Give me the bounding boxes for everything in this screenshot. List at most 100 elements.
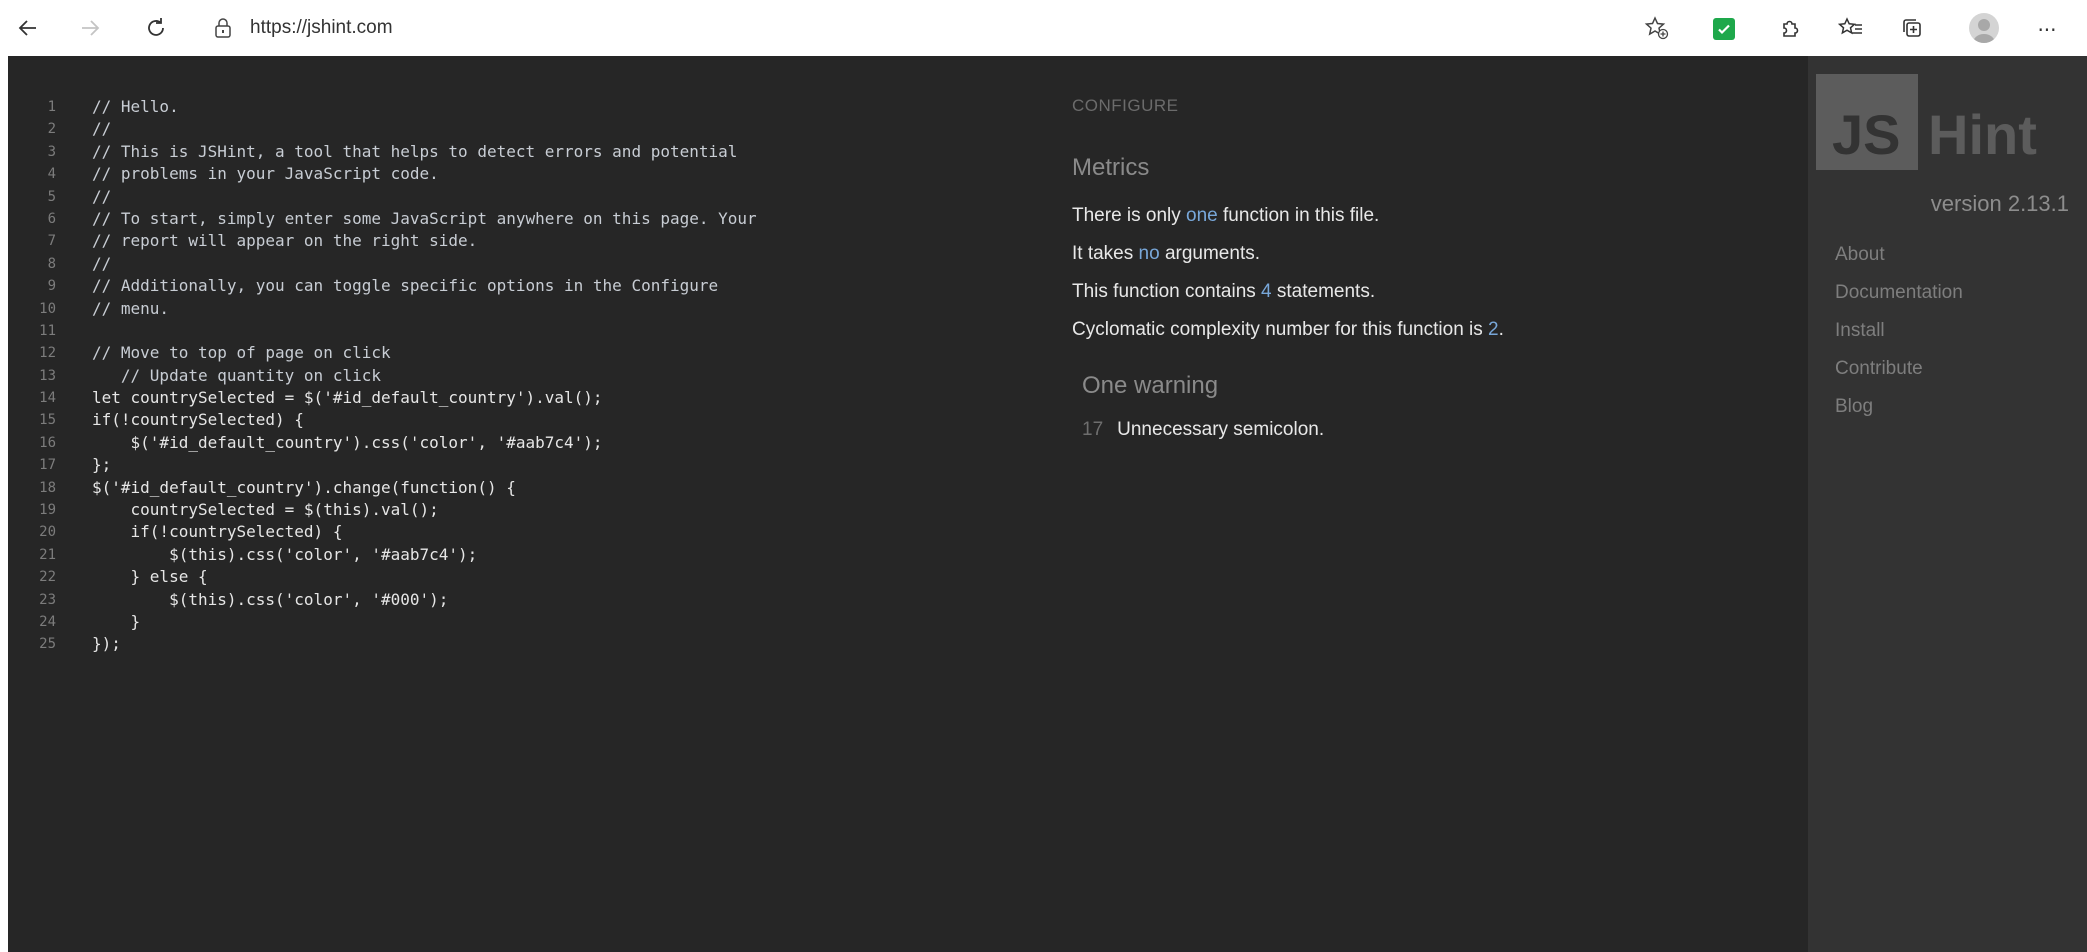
line-number: 2 [47,121,56,138]
sidebar: JS Hint version 2.13.1 About Documentati… [1808,56,2087,952]
code-line[interactable]: 7 // report will appear on the right side… [8,230,1048,252]
metric-functions: There is only one function in this file. [1072,205,1379,227]
url-text[interactable]: https://jshint.com [250,17,393,39]
favorites-icon[interactable] [1837,14,1865,42]
collections-icon[interactable] [1898,14,1926,42]
code-text[interactable]: countrySelected = $(this).val(); [92,499,439,521]
line-number: 22 [39,569,56,586]
code-line[interactable]: 9 // Additionally, you can toggle specifi… [8,275,1048,297]
code-text[interactable]: // problems in your JavaScript code. [92,163,439,185]
back-arrow-icon[interactable] [14,14,42,42]
code-line[interactable]: 1 // Hello. [8,96,1048,118]
jshint-logo[interactable]: JS Hint [1816,74,2086,170]
metric-arguments: It takes no arguments. [1072,243,1260,265]
code-text[interactable]: // Hello. [92,96,179,118]
nav-blog[interactable]: Blog [1835,396,1873,418]
code-text[interactable]: $('#id_default_country').css('color', '#… [92,432,603,454]
code-line[interactable]: 20 if(!countrySelected) { [8,521,1048,543]
code-line[interactable]: 4 // problems in your JavaScript code. [8,163,1048,185]
metrics-heading: Metrics [1072,154,1150,181]
line-number: 23 [39,591,56,608]
nav-contribute[interactable]: Contribute [1835,358,1923,380]
code-line[interactable]: 12 // Move to top of page on click [8,342,1048,364]
code-line[interactable]: 2 // [8,118,1048,140]
line-number: 19 [39,502,56,519]
code-text[interactable]: // [92,118,111,140]
nav-documentation[interactable]: Documentation [1835,282,1963,304]
line-number: 21 [39,546,56,563]
line-number: 15 [39,412,56,429]
code-line[interactable]: 17}; [8,454,1048,476]
code-text[interactable]: // Move to top of page on click [92,342,391,364]
code-text[interactable]: $('#id_default_country').change(function… [92,477,516,499]
line-number: 6 [47,210,56,227]
code-text[interactable]: }); [92,633,121,655]
code-line[interactable]: 15 if(!countrySelected) { [8,409,1048,431]
line-number: 3 [47,143,56,160]
code-line[interactable]: 23 $(this).css('color', '#000'); [8,589,1048,611]
metric-text: arguments. [1159,243,1260,264]
configure-link[interactable]: CONFIGURE [1072,96,1179,116]
code-line[interactable]: 8 // [8,253,1048,275]
logo-hint-text: Hint [1928,103,2037,166]
warnings-heading: One warning [1082,372,1219,399]
checkmark-extension-icon[interactable] [1713,18,1735,40]
code-line[interactable]: 14 let countrySelected = $('#id_default_c… [8,387,1048,409]
code-line[interactable]: 24 } [8,611,1048,633]
code-text[interactable]: // [92,186,111,208]
code-text[interactable]: if(!countrySelected) { [92,521,343,543]
code-text[interactable]: } [92,611,141,633]
code-line[interactable]: 21 $(this).css('color', '#aab7c4'); [8,544,1048,566]
line-number: 24 [39,613,56,630]
metric-text: function in this file. [1217,205,1380,226]
code-text[interactable]: // This is JSHint, a tool that helps to … [92,141,737,163]
logo-js-text: JS [1832,103,1901,166]
code-line[interactable]: 6 // To start, simply enter some JavaScri… [8,208,1048,230]
line-number: 20 [39,524,56,541]
lock-icon[interactable] [214,18,232,38]
code-line[interactable]: 19 countrySelected = $(this).val(); [8,499,1048,521]
code-editor[interactable]: 1 // Hello. 2 // 3 // This is JSHint, a tool … [8,96,1048,656]
extensions-puzzle-icon[interactable] [1776,14,1804,42]
line-number: 16 [39,434,56,451]
add-favorite-icon[interactable] [1643,14,1671,42]
forward-arrow-icon[interactable] [76,14,104,42]
metric-text: There is only [1072,205,1187,226]
code-line[interactable]: 16 $('#id_default_country').css('color',… [8,432,1048,454]
profile-avatar-icon[interactable] [1969,13,1999,43]
code-text[interactable]: // [92,253,111,275]
code-text[interactable]: $(this).css('color', '#000'); [92,589,448,611]
code-line[interactable]: 10 // menu. [8,298,1048,320]
code-line[interactable]: 13 // Update quantity on click [8,365,1048,387]
code-text[interactable]: let countrySelected = $('#id_default_cou… [92,387,603,409]
refresh-icon[interactable] [142,14,170,42]
code-text[interactable]: // Update quantity on click [92,365,381,387]
code-text[interactable]: // To start, simply enter some JavaScrip… [92,208,757,230]
code-line[interactable]: 5 // [8,186,1048,208]
code-line[interactable]: 11 [8,320,1048,342]
code-line[interactable]: 18 $('#id_default_country').change(functi… [8,477,1048,499]
browser-toolbar: https://jshint.com ··· [0,0,2087,56]
metric-value: 2 [1488,319,1499,340]
code-line[interactable]: 25}); [8,633,1048,655]
code-text[interactable]: // Additionally, you can toggle specific… [92,275,718,297]
code-text[interactable]: if(!countrySelected) { [92,409,304,431]
address-bar[interactable]: https://jshint.com [214,12,393,44]
metric-value: one [1186,205,1218,226]
warning-line-number[interactable]: 17 [1082,419,1103,440]
code-text[interactable]: $(this).css('color', '#aab7c4'); [92,544,477,566]
line-number: 17 [39,457,56,474]
code-line[interactable]: 3 // This is JSHint, a tool that helps to… [8,141,1048,163]
code-text[interactable]: } else { [92,566,208,588]
code-text[interactable]: }; [92,454,111,476]
code-line[interactable]: 22 } else { [8,566,1048,588]
nav-about[interactable]: About [1835,244,1885,266]
more-menu-icon[interactable]: ··· [2033,16,2061,44]
warning-item[interactable]: 17 Unnecessary semicolon. [1082,419,1324,441]
code-text[interactable]: // menu. [92,298,169,320]
line-number: 13 [39,367,56,384]
metric-value: no [1138,243,1160,264]
nav-install[interactable]: Install [1835,320,1885,342]
version-label: version 2.13.1 [1930,191,2069,216]
code-text[interactable]: // report will appear on the right side. [92,230,477,252]
